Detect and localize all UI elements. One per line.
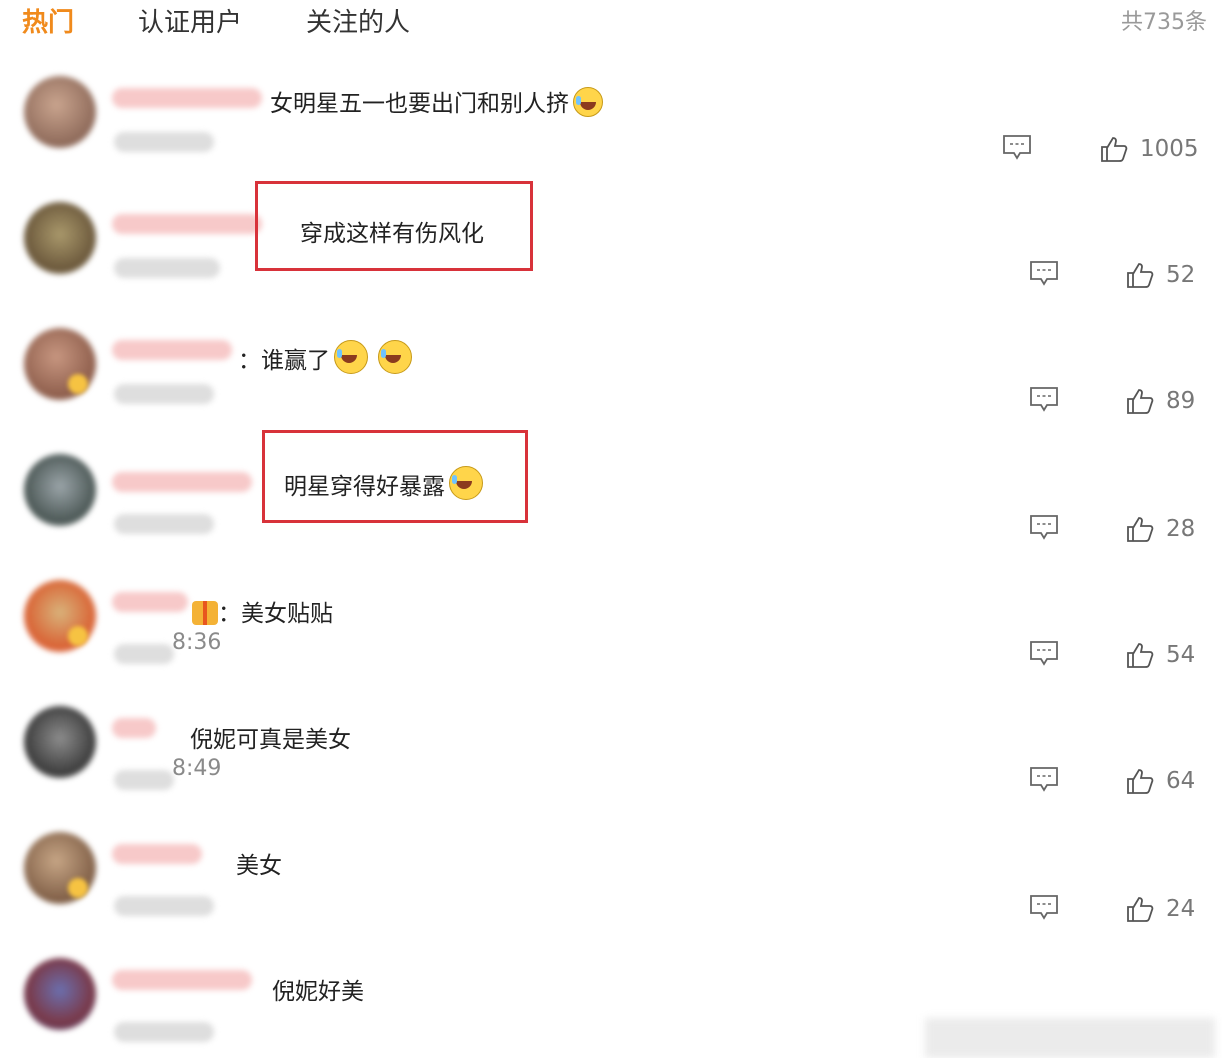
comment-time bbox=[114, 514, 214, 534]
username[interactable] bbox=[112, 844, 202, 864]
comment-item: ：谁赢了 89 bbox=[0, 312, 1223, 438]
comment-item: 女明星五一也要出门和别人挤 1005 bbox=[0, 60, 1223, 186]
reply-comment-icon[interactable] bbox=[1029, 894, 1059, 920]
comment-item: 8:36 ：美女贴贴 54 bbox=[0, 564, 1223, 690]
verified-badge-icon bbox=[68, 374, 88, 394]
like-button[interactable]: 64 bbox=[1126, 766, 1195, 796]
verified-badge-icon bbox=[68, 626, 88, 646]
blurred-region bbox=[925, 1018, 1215, 1058]
like-count: 24 bbox=[1166, 896, 1196, 922]
avatar[interactable] bbox=[24, 76, 96, 148]
thumbs-up-icon bbox=[1127, 643, 1154, 668]
crying-laughing-emoji-icon bbox=[573, 87, 603, 117]
like-count: 52 bbox=[1166, 262, 1196, 288]
reply-comment-icon[interactable] bbox=[1029, 386, 1059, 412]
comment-time-tail: 8:36 bbox=[172, 630, 222, 655]
comment-time bbox=[114, 770, 174, 790]
comment-item: 8:49 倪妮可真是美女 64 bbox=[0, 690, 1223, 816]
comment-time bbox=[114, 644, 174, 664]
thumbs-up-icon bbox=[1127, 769, 1154, 794]
like-count: 89 bbox=[1166, 388, 1196, 414]
username[interactable] bbox=[112, 88, 262, 108]
comment-text: 明星穿得好暴露 bbox=[284, 466, 483, 501]
like-button[interactable]: 54 bbox=[1126, 640, 1195, 670]
verified-badge-icon bbox=[68, 878, 88, 898]
avatar[interactable] bbox=[24, 958, 96, 1030]
like-button[interactable]: 1005 bbox=[1100, 134, 1199, 164]
comment-text: ：美女贴贴 bbox=[192, 594, 333, 628]
comment-time bbox=[114, 1022, 214, 1042]
gift-badge-icon bbox=[192, 601, 218, 625]
comment-item: 明星穿得好暴露 28 bbox=[0, 438, 1223, 564]
like-button[interactable]: 89 bbox=[1126, 386, 1195, 416]
like-count: 1005 bbox=[1140, 136, 1199, 162]
username[interactable] bbox=[112, 718, 156, 738]
comment-text: 美女 bbox=[236, 853, 282, 879]
comment-total-count: 共735条 bbox=[1121, 10, 1207, 35]
reply-comment-icon[interactable] bbox=[1029, 766, 1059, 792]
reply-comment-icon[interactable] bbox=[1029, 260, 1059, 286]
thumbs-up-icon bbox=[1127, 263, 1154, 288]
like-button[interactable]: 24 bbox=[1126, 894, 1195, 924]
comment-text: 女明星五一也要出门和别人挤 bbox=[270, 84, 603, 118]
comment-text: 穿成这样有伤风化 bbox=[300, 221, 484, 247]
thumbs-up-icon bbox=[1127, 389, 1154, 414]
comment-time bbox=[114, 384, 214, 404]
laughing-emoji-icon bbox=[334, 340, 368, 374]
tab-hot[interactable]: 热门 bbox=[22, 2, 74, 39]
avatar[interactable] bbox=[24, 706, 96, 778]
avatar[interactable] bbox=[24, 454, 96, 526]
comment-time bbox=[114, 132, 214, 152]
username[interactable] bbox=[112, 970, 252, 990]
like-count: 28 bbox=[1166, 516, 1196, 542]
comment-text: ：谁赢了 bbox=[238, 340, 412, 375]
thumbs-up-icon bbox=[1127, 897, 1154, 922]
username[interactable] bbox=[112, 472, 252, 492]
comment-item: 穿成这样有伤风化 52 bbox=[0, 186, 1223, 312]
reply-comment-icon[interactable] bbox=[1029, 514, 1059, 540]
tab-verified-users[interactable]: 认证用户 bbox=[138, 2, 242, 39]
comment-time bbox=[114, 258, 220, 278]
comment-tabs: 热门 认证用户 关注的人 共735条 bbox=[0, 0, 1223, 44]
username[interactable] bbox=[112, 340, 232, 360]
like-button[interactable]: 28 bbox=[1126, 514, 1195, 544]
tab-following[interactable]: 关注的人 bbox=[306, 2, 410, 39]
reply-comment-icon[interactable] bbox=[1029, 640, 1059, 666]
comment-text: 倪妮好美 bbox=[272, 979, 364, 1005]
comment-time bbox=[114, 896, 214, 916]
thumbs-up-icon bbox=[1127, 517, 1154, 542]
like-button[interactable]: 52 bbox=[1126, 260, 1195, 290]
laughing-emoji-icon bbox=[378, 340, 412, 374]
like-count: 54 bbox=[1166, 642, 1196, 668]
like-count: 64 bbox=[1166, 768, 1196, 794]
username[interactable] bbox=[112, 214, 262, 234]
comment-time-tail: 8:49 bbox=[172, 756, 222, 781]
crying-laughing-emoji-icon bbox=[449, 466, 483, 500]
avatar[interactable] bbox=[24, 202, 96, 274]
username[interactable] bbox=[112, 592, 188, 612]
thumbs-up-icon bbox=[1101, 137, 1128, 162]
comment-text: 倪妮可真是美女 bbox=[190, 727, 351, 753]
comment-item: 美女 24 bbox=[0, 816, 1223, 942]
reply-comment-icon[interactable] bbox=[1002, 134, 1032, 160]
